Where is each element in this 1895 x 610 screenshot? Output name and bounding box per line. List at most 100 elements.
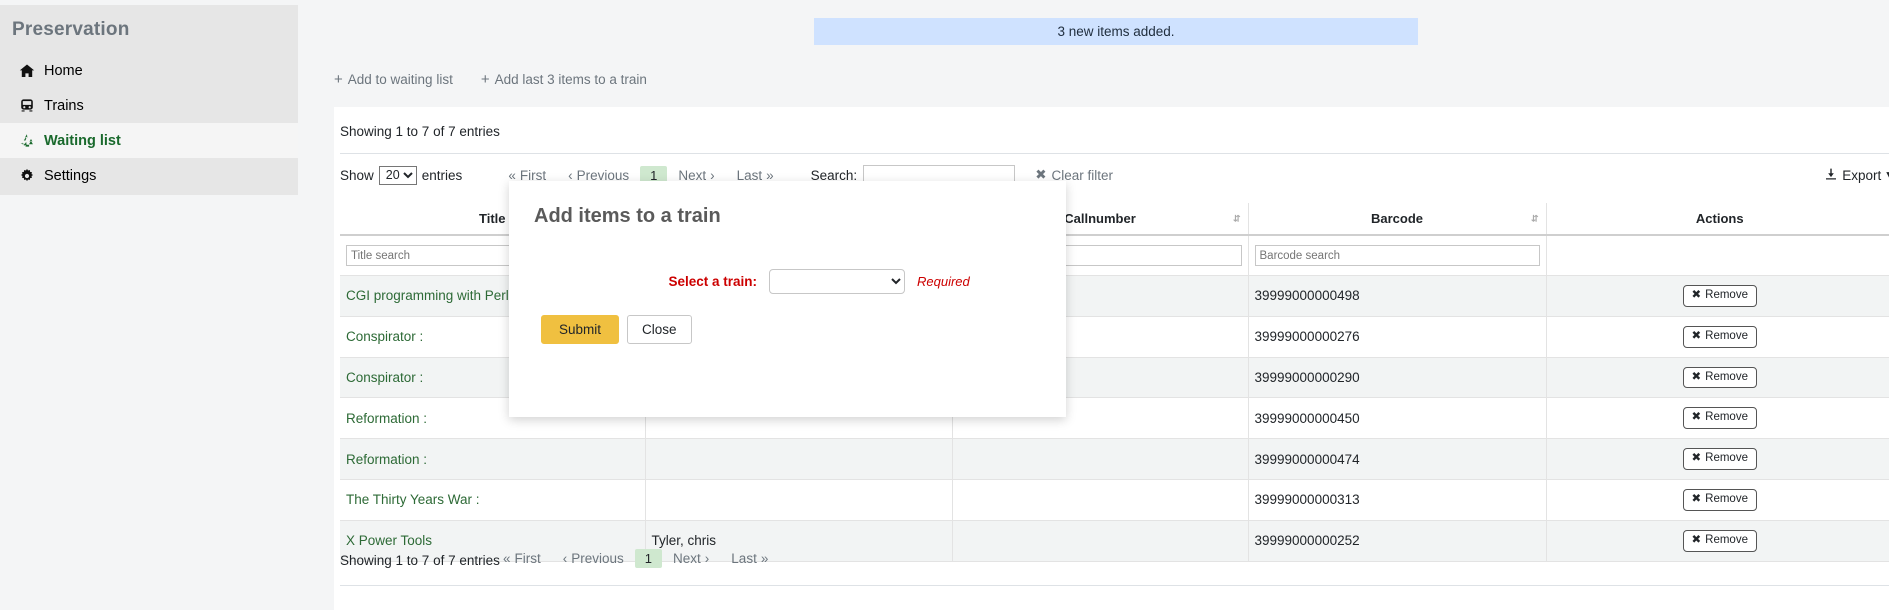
remove-button[interactable]: ✖ Remove [1683, 367, 1757, 389]
remove-label: Remove [1705, 371, 1748, 385]
page-last-button-bottom[interactable]: Last » [720, 549, 779, 568]
close-icon: ✖ [1692, 534, 1702, 548]
remove-button[interactable]: ✖ Remove [1683, 285, 1757, 307]
cell-title: The Thirty Years War : [340, 479, 645, 520]
chevron-right-icon: › [705, 551, 710, 566]
status-alert: 3 new items added. [814, 18, 1418, 45]
cell-actions: ✖ Remove [1546, 276, 1893, 317]
right-edge-strip [1889, 0, 1895, 610]
title-link[interactable]: Conspirator : [346, 370, 423, 385]
add-last-items-to-train-button[interactable]: + Add last 3 items to a train [481, 72, 647, 87]
page-number-1-bottom[interactable]: 1 [635, 549, 662, 568]
column-label: Barcode [1371, 211, 1423, 226]
column-header-actions: Actions [1546, 203, 1893, 235]
remove-label: Remove [1705, 493, 1748, 507]
remove-label: Remove [1705, 330, 1748, 344]
show-label: Show [340, 168, 374, 183]
add-last-items-to-train-label: Add last 3 items to a train [495, 72, 647, 87]
cell-author [645, 479, 952, 520]
cell-actions: ✖ Remove [1546, 357, 1893, 398]
page-previous-button-bottom[interactable]: ‹ Previous [552, 549, 635, 568]
remove-button[interactable]: ✖ Remove [1683, 448, 1757, 470]
cell-actions: ✖ Remove [1546, 398, 1893, 439]
sidebar-item-trains[interactable]: Trains [0, 88, 298, 123]
recycle-icon [18, 132, 35, 149]
download-icon [1825, 168, 1837, 183]
title-link[interactable]: Reformation : [346, 452, 427, 467]
cell-barcode: 39999000000313 [1248, 479, 1546, 520]
sidebar-item-label: Home [44, 63, 83, 79]
modal-title: Add items to a train [534, 205, 721, 228]
close-icon: ✖ [1692, 289, 1702, 303]
page-next-button-bottom[interactable]: Next › [662, 549, 720, 568]
sort-none-icon: ⇵ [1233, 214, 1241, 223]
filter-cell-actions [1546, 235, 1893, 276]
train-icon [18, 97, 35, 114]
entries-label: entries [422, 168, 463, 183]
remove-button[interactable]: ✖ Remove [1683, 530, 1757, 552]
divider-bottom [340, 585, 1893, 586]
submit-button[interactable]: Submit [541, 315, 619, 344]
close-button[interactable]: Close [627, 315, 692, 344]
double-chevron-left-icon: « [503, 551, 511, 566]
page-first-button-bottom[interactable]: « First [492, 549, 552, 568]
column-header-barcode[interactable]: Barcode ⇵ [1248, 203, 1546, 235]
remove-button[interactable]: ✖ Remove [1683, 489, 1757, 511]
pagination-bottom: « First ‹ Previous 1 Next › Last » [492, 549, 779, 568]
app-page: Preservation Home Trains [0, 0, 1895, 610]
showing-entries-top: Showing 1 to 7 of 7 entries [340, 124, 500, 139]
remove-button[interactable]: ✖ Remove [1683, 326, 1757, 348]
close-icon: ✖ [1692, 493, 1702, 507]
page-first-label: First [515, 551, 541, 566]
cell-callnumber [952, 520, 1248, 561]
title-link[interactable]: Reformation : [346, 411, 427, 426]
page-previous-label: Previous [571, 551, 624, 566]
cell-barcode: 39999000000252 [1248, 520, 1546, 561]
table-row: The Thirty Years War : 39999000000313 ✖ … [340, 479, 1893, 520]
sidebar-item-home[interactable]: Home [0, 53, 298, 88]
title-link[interactable]: The Thirty Years War : [346, 492, 480, 507]
sidebar-item-label: Trains [44, 98, 84, 114]
add-items-to-train-modal: Add items to a train Select a train: Req… [509, 181, 1066, 417]
modal-actions: Submit Close [541, 315, 692, 344]
cell-actions: ✖ Remove [1546, 439, 1893, 480]
remove-label: Remove [1705, 411, 1748, 425]
page-last-label: Last [731, 551, 757, 566]
sidebar-item-waiting-list[interactable]: Waiting list [0, 123, 298, 158]
title-link[interactable]: X Power Tools [346, 533, 432, 548]
cell-actions: ✖ Remove [1546, 316, 1893, 357]
cell-actions: ✖ Remove [1546, 479, 1893, 520]
sidebar-item-label: Settings [44, 168, 96, 184]
modal-form-row: Select a train: Required [509, 269, 1066, 294]
column-label: Actions [1696, 211, 1744, 226]
sidebar-item-settings[interactable]: Settings [0, 158, 298, 193]
add-to-waiting-list-button[interactable]: + Add to waiting list [334, 72, 453, 87]
action-toolbar: + Add to waiting list + Add last 3 items… [334, 72, 647, 87]
cell-barcode: 39999000000290 [1248, 357, 1546, 398]
page-length-select[interactable]: 20 [379, 166, 417, 185]
cell-callnumber [952, 479, 1248, 520]
cell-barcode: 39999000000474 [1248, 439, 1546, 480]
home-icon [18, 62, 35, 79]
select-train-label: Select a train: [509, 274, 769, 289]
add-to-waiting-list-label: Add to waiting list [348, 72, 453, 87]
barcode-search-input[interactable] [1255, 245, 1540, 266]
page-next-label: Next [673, 551, 701, 566]
plus-icon: + [481, 72, 490, 87]
column-label: Title [479, 211, 506, 226]
close-icon: ✖ [1692, 411, 1702, 425]
alert-message: 3 new items added. [1057, 24, 1174, 39]
cell-title: Reformation : [340, 439, 645, 480]
title-link[interactable]: Conspirator : [346, 329, 423, 344]
showing-entries-bottom: Showing 1 to 7 of 7 entries [340, 553, 500, 568]
remove-label: Remove [1705, 289, 1748, 303]
sidebar-title: Preservation [0, 5, 298, 53]
title-link[interactable]: CGI programming with Perl / [346, 288, 516, 303]
required-hint: Required [917, 274, 970, 289]
export-label: Export [1842, 168, 1881, 183]
sidebar: Preservation Home Trains [0, 5, 298, 195]
export-button[interactable]: Export ▾ [1825, 167, 1893, 183]
cell-actions: ✖ Remove [1546, 520, 1893, 561]
select-train-dropdown[interactable] [769, 269, 905, 294]
remove-button[interactable]: ✖ Remove [1683, 407, 1757, 429]
